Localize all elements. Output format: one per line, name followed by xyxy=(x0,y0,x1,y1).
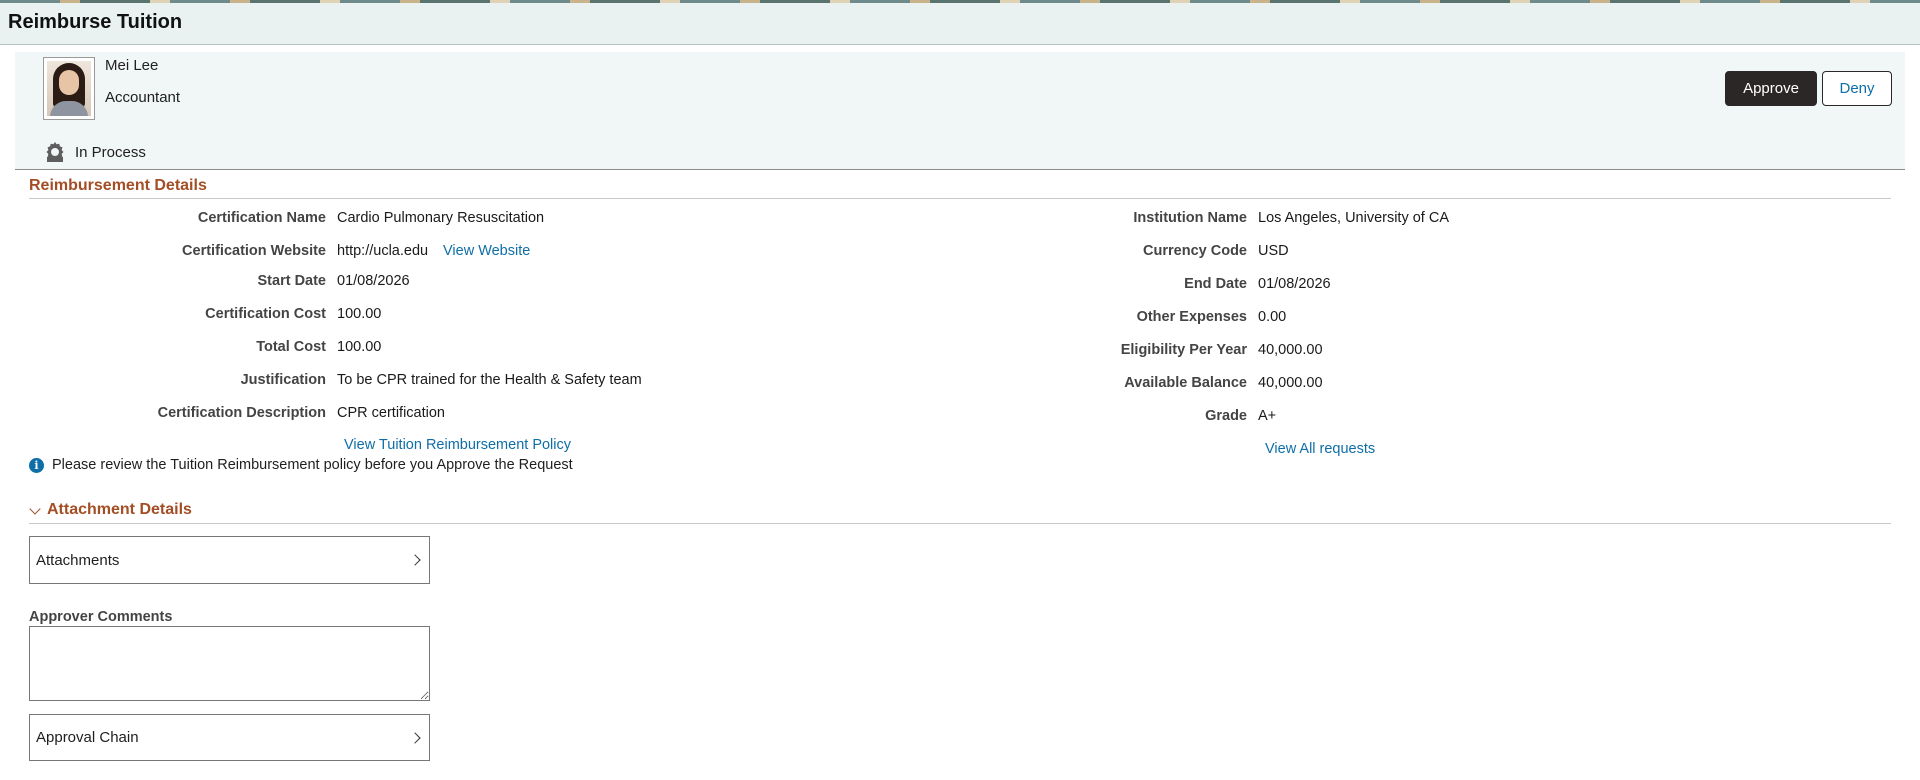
employee-header-panel: Mei Lee Accountant In Process Approve De… xyxy=(15,52,1905,170)
view-tuition-policy-link[interactable]: View Tuition Reimbursement Policy xyxy=(344,437,571,453)
attachment-details-heading[interactable]: Attachment Details xyxy=(47,501,192,519)
policy-info-message: i Please review the Tuition Reimbursemen… xyxy=(29,457,573,473)
institution-name-label: Institution Name xyxy=(1133,210,1247,226)
start-date-value: 01/08/2026 xyxy=(337,273,410,289)
currency-code-value: USD xyxy=(1258,243,1289,259)
attachments-label: Attachments xyxy=(36,551,120,569)
other-expenses-label: Other Expenses xyxy=(1136,309,1247,325)
chevron-down-icon[interactable] xyxy=(29,503,41,515)
available-balance-label: Available Balance xyxy=(1124,375,1247,391)
approver-comments-field[interactable] xyxy=(29,626,430,701)
justification-value: To be CPR trained for the Health & Safet… xyxy=(337,372,642,388)
start-date-label: Start Date xyxy=(257,273,327,289)
certification-cost-value: 100.00 xyxy=(337,306,382,322)
section-divider xyxy=(29,523,1891,524)
approve-button[interactable]: Approve xyxy=(1725,71,1817,106)
certification-cost-label: Certification Cost xyxy=(205,306,326,322)
grade-label: Grade xyxy=(1205,408,1247,424)
info-icon: i xyxy=(29,457,44,473)
approver-comments-label: Approver Comments xyxy=(29,609,173,625)
end-date-value: 01/08/2026 xyxy=(1258,276,1331,292)
page-title: Reimburse Tuition xyxy=(8,11,183,33)
currency-code-label: Currency Code xyxy=(1143,243,1247,259)
view-all-requests-link[interactable]: View All requests xyxy=(1265,441,1375,457)
status-text: In Process xyxy=(75,143,146,161)
chevron-right-icon xyxy=(409,554,421,566)
eligibility-per-year-label: Eligibility Per Year xyxy=(1120,342,1247,358)
institution-name-value: Los Angeles, University of CA xyxy=(1258,210,1450,226)
employee-job-title: Accountant xyxy=(105,89,181,106)
employee-photo xyxy=(47,61,91,116)
justification-label: Justification xyxy=(240,372,326,388)
grade-value: A+ xyxy=(1258,408,1277,424)
certification-website-value: http://ucla.edu xyxy=(337,243,429,259)
available-balance-value: 40,000.00 xyxy=(1258,375,1323,391)
end-date-label: End Date xyxy=(1184,276,1247,292)
employee-name: Mei Lee xyxy=(105,57,159,74)
info-message-text: Please review the Tuition Reimbursement … xyxy=(52,457,573,473)
eligibility-per-year-value: 40,000.00 xyxy=(1258,342,1323,358)
certification-name-value: Cardio Pulmonary Resuscitation xyxy=(337,210,545,226)
avatar xyxy=(43,57,95,120)
certification-description-label: Certification Description xyxy=(157,405,326,421)
chevron-right-icon xyxy=(409,732,421,744)
other-expenses-value: 0.00 xyxy=(1258,309,1287,325)
certification-website-label: Certification Website xyxy=(182,243,326,259)
total-cost-label: Total Cost xyxy=(256,339,326,355)
view-website-link[interactable]: View Website xyxy=(443,243,530,259)
in-process-gear-icon xyxy=(43,140,67,164)
certification-name-label: Certification Name xyxy=(197,210,326,226)
status-indicator: In Process xyxy=(43,140,146,164)
certification-description-value: CPR certification xyxy=(337,405,445,421)
attachments-row[interactable]: Attachments xyxy=(29,536,430,584)
section-divider xyxy=(29,198,1891,199)
title-bar: Reimburse Tuition xyxy=(0,3,1920,45)
approval-chain-label: Approval Chain xyxy=(36,729,139,746)
reimbursement-details-heading: Reimbursement Details xyxy=(29,177,207,194)
total-cost-value: 100.00 xyxy=(337,339,382,355)
deny-button[interactable]: Deny xyxy=(1822,71,1892,106)
approval-chain-row[interactable]: Approval Chain xyxy=(29,714,430,761)
